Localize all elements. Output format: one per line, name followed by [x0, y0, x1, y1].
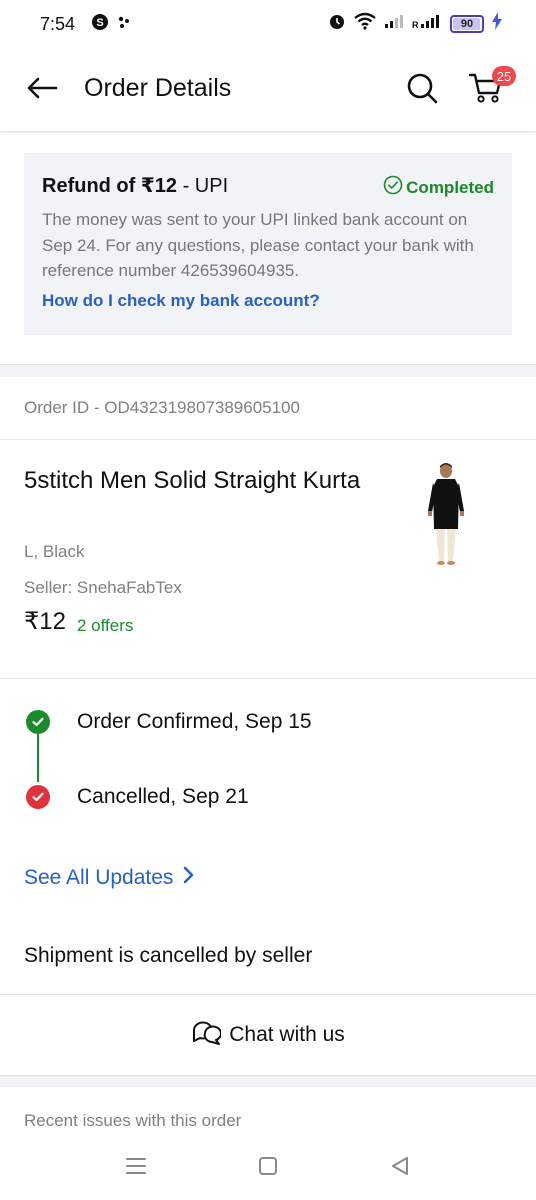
charging-icon	[492, 12, 502, 35]
svg-text:R: R	[412, 20, 419, 29]
product-price: ₹12	[24, 608, 66, 635]
timeline-event-confirmed: Order Confirmed, Sep 15	[77, 710, 312, 733]
section-divider	[0, 365, 536, 377]
square-icon	[258, 1156, 278, 1181]
order-id-row: Order ID - OD432319807389605100	[0, 377, 536, 440]
app-s-icon: S	[91, 13, 109, 36]
battery-level: 90	[460, 17, 474, 30]
order-id: Order ID - OD432319807389605100	[24, 398, 300, 417]
product-image[interactable]	[418, 461, 474, 573]
shipment-note: Shipment is cancelled by seller	[24, 944, 313, 967]
see-all-updates-link[interactable]: See All Updates	[24, 866, 195, 890]
product-offers-link[interactable]: 2 offers	[77, 616, 133, 636]
refund-status-badge: Completed	[383, 175, 494, 200]
battery-icon: 90	[450, 14, 484, 33]
chat-with-us-button[interactable]: Chat with us	[0, 994, 536, 1076]
refund-section: Refund of ₹12 - UPI Completed The money …	[0, 133, 536, 365]
check-circle-icon	[383, 175, 403, 200]
status-time: 7:54	[40, 13, 76, 34]
signal-icon	[384, 13, 404, 34]
product-variant: L, Black	[24, 542, 85, 561]
check-bank-account-link[interactable]: How do I check my bank account?	[42, 291, 320, 311]
timeline-event-cancelled: Cancelled, Sep 21	[77, 785, 249, 808]
refund-status-label: Completed	[406, 177, 494, 197]
back-nav-button[interactable]	[385, 1156, 415, 1180]
search-button[interactable]	[402, 70, 442, 110]
chat-label: Chat with us	[229, 1023, 345, 1046]
cart-count-badge: 25	[492, 66, 516, 86]
svg-text:S: S	[96, 17, 103, 29]
search-icon	[406, 72, 438, 109]
refund-method: - UPI	[177, 175, 229, 197]
wifi-icon	[354, 12, 376, 35]
product-card[interactable]: 5stitch Men Solid Straight Kurta L, Blac…	[0, 441, 536, 679]
alarm-icon	[328, 12, 346, 35]
product-name: 5stitch Men Solid Straight Kurta	[24, 467, 361, 494]
status-left-icons: S	[91, 13, 131, 36]
page-title: Order Details	[84, 74, 232, 102]
dots-icon	[117, 15, 131, 34]
product-seller: Seller: SnehaFabTex	[24, 578, 182, 597]
recent-issues-heading: Recent issues with this order	[24, 1111, 242, 1130]
refund-amount: Refund of ₹12	[42, 175, 178, 197]
timeline-connector	[37, 734, 39, 782]
triangle-back-icon	[390, 1156, 410, 1181]
recents-button[interactable]	[121, 1156, 151, 1180]
status-right-icons: R 90	[328, 12, 502, 35]
arrow-left-icon	[26, 76, 58, 105]
home-button[interactable]	[253, 1156, 283, 1180]
status-bar: 7:54 S R 90	[0, 0, 536, 48]
refund-message: The money was sent to your UPI linked ba…	[42, 210, 474, 280]
chat-bubbles-icon	[191, 1019, 223, 1052]
see-all-updates-label: See All Updates	[24, 866, 174, 889]
chevron-right-icon	[183, 866, 195, 890]
menu-lines-icon	[125, 1156, 147, 1181]
cancelled-check-icon	[26, 785, 50, 809]
refund-title: Refund of ₹12 - UPI	[42, 173, 228, 198]
section-divider	[0, 1077, 536, 1087]
confirmed-check-icon	[26, 710, 50, 734]
back-button[interactable]	[22, 72, 62, 108]
system-nav-bar	[0, 1142, 536, 1200]
order-timeline: Order Confirmed, Sep 15 Cancelled, Sep 2…	[0, 680, 536, 850]
app-bar: Order Details	[0, 48, 536, 132]
roaming-signal-icon: R	[412, 13, 442, 34]
refund-card: Refund of ₹12 - UPI Completed The money …	[24, 153, 512, 335]
